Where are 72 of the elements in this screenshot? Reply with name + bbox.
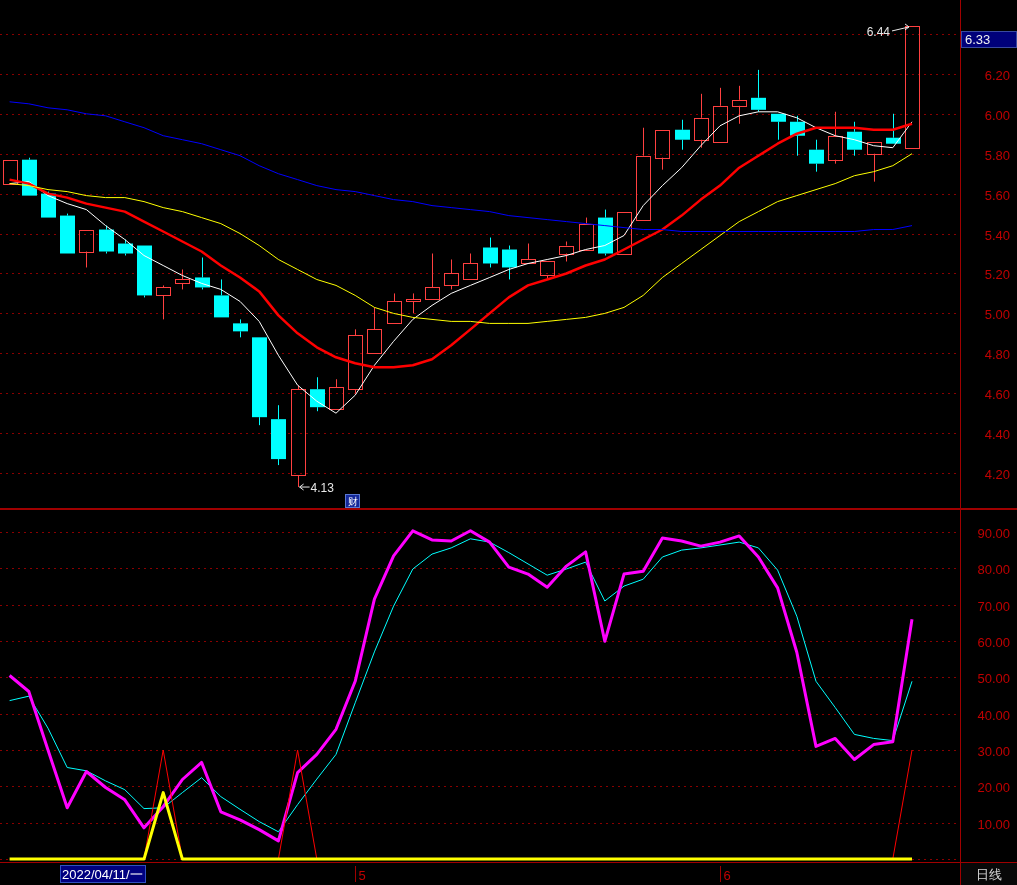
candlestick — [598, 209, 613, 256]
candlestick — [751, 69, 766, 113]
candlestick — [559, 241, 574, 262]
axis-label: 5.00 — [984, 306, 1010, 322]
candlestick — [406, 292, 421, 314]
axis-label: 10.00 — [977, 816, 1010, 832]
candlestick — [195, 257, 210, 290]
candlestick — [387, 292, 402, 324]
axis-label: 6.20 — [984, 67, 1010, 83]
candlestick — [425, 253, 440, 300]
candlestick — [732, 85, 747, 125]
candlestick — [271, 404, 286, 466]
candlestick — [348, 328, 363, 394]
candlestick — [809, 139, 824, 173]
candlestick — [3, 159, 18, 185]
axis-label: 5.80 — [984, 147, 1010, 163]
candlestick — [771, 113, 786, 141]
axis-label: 6 — [723, 868, 731, 883]
price-label: 4.13 — [310, 481, 334, 496]
candlestick — [175, 268, 190, 290]
candlestick — [675, 119, 690, 151]
candlestick — [99, 225, 114, 254]
axis-label: 5 — [358, 868, 366, 883]
candlestick — [463, 253, 478, 280]
axis-label: 60.00 — [977, 634, 1010, 650]
candlestick — [137, 245, 152, 298]
axis-label: 40.00 — [977, 707, 1010, 723]
axis-label: 5.60 — [984, 187, 1010, 203]
axis-label: 6.00 — [984, 107, 1010, 123]
axis-label: 4.40 — [984, 426, 1010, 442]
candlestick — [790, 115, 805, 157]
axis-label: 50.00 — [977, 670, 1010, 686]
candlestick — [233, 318, 248, 338]
candlestick — [579, 217, 594, 251]
candlestick — [118, 239, 133, 256]
candlestick — [60, 213, 75, 254]
candlestick — [617, 211, 632, 255]
axis-label: 4.60 — [984, 386, 1010, 402]
event-marker[interactable]: 财 — [345, 494, 360, 508]
price-label: 6.44 — [866, 24, 890, 39]
candlestick — [502, 245, 517, 280]
date-label: 2022/04/11/一 — [60, 865, 146, 883]
candlestick — [886, 113, 901, 145]
axis-label: 90.00 — [977, 525, 1010, 541]
candlestick — [867, 141, 882, 183]
axis-label: 70.00 — [977, 598, 1010, 614]
axis-label: 4.80 — [984, 346, 1010, 362]
candlestick — [713, 87, 728, 143]
axis-label: 5.20 — [984, 266, 1010, 282]
candlestick — [828, 111, 843, 165]
axis-label: 80.00 — [977, 561, 1010, 577]
axis-label: 20.00 — [977, 779, 1010, 795]
candlestick — [214, 278, 229, 318]
candlestick — [694, 93, 709, 149]
axis-label: 30.00 — [977, 743, 1010, 759]
axis-label: 5.40 — [984, 227, 1010, 243]
candlestick — [156, 284, 171, 320]
leader-line — [299, 483, 311, 491]
candlestick — [444, 259, 459, 290]
candlestick — [329, 378, 344, 410]
period-tab[interactable]: 日线 — [961, 863, 1017, 885]
candlestick — [847, 121, 862, 157]
candlestick — [79, 229, 94, 268]
candlestick — [310, 376, 325, 412]
leader-line — [891, 23, 910, 32]
candlestick — [540, 261, 555, 280]
axis-label: 4.20 — [984, 466, 1010, 482]
candlestick — [367, 306, 382, 354]
candlestick — [521, 243, 536, 264]
candlestick — [483, 237, 498, 268]
candlestick — [655, 129, 670, 171]
price-tag: 6.33 — [961, 31, 1017, 48]
